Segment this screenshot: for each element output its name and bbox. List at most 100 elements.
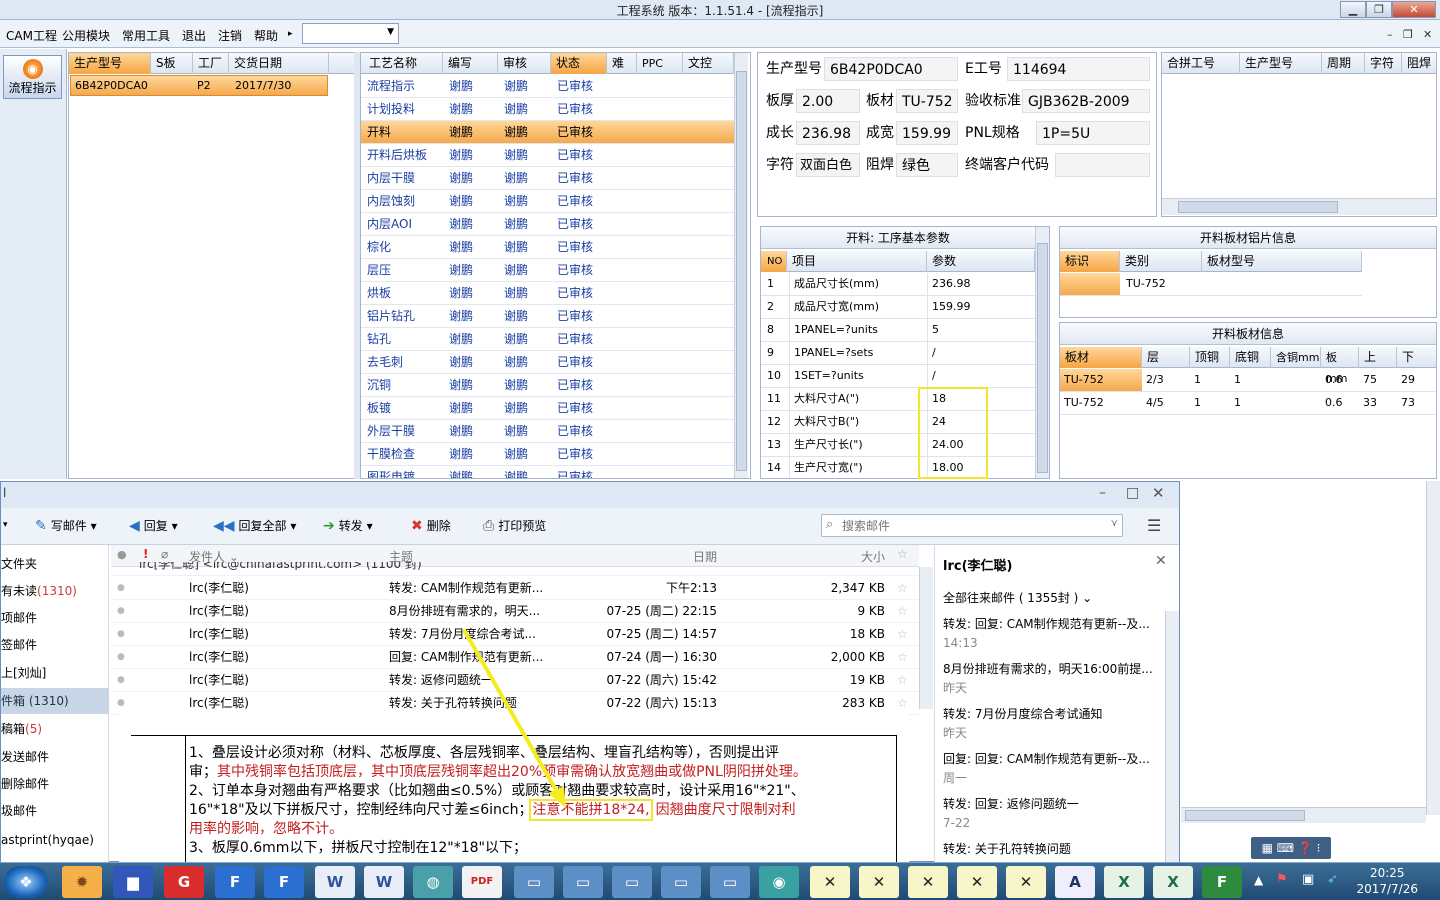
col-ppc[interactable]: PPC [637, 53, 683, 74]
scroll-thumb[interactable] [1178, 201, 1338, 213]
col-bottom[interactable]: 底铜 [1230, 347, 1271, 368]
menu-tools[interactable]: 常用工具 [122, 27, 170, 44]
tray-expand-icon[interactable]: ▲ [1254, 873, 1263, 887]
excel-x-icon[interactable]: ✕ [957, 866, 997, 898]
table-row[interactable]: ● lrc(李仁聪) 8月份排班有需求的，明天... 07-25 (周二) 22:15… [111, 600, 919, 623]
col-merge-no[interactable]: 合拼工号 [1162, 53, 1240, 74]
close-button[interactable]: ✕ [1392, 1, 1436, 18]
menu-public[interactable]: 公用模块 [62, 27, 110, 44]
search-box[interactable]: ⌕ ⋎ [821, 514, 1123, 537]
col-model[interactable]: 生产型号 [69, 53, 151, 74]
folder-item[interactable]: 文件夹 [1, 551, 109, 577]
col-item[interactable]: 项目 [787, 251, 927, 272]
print-preview-button[interactable]: ⎙ 打印预览 [483, 517, 546, 534]
col-alu-model[interactable]: 板材型号 [1202, 251, 1362, 272]
table-row[interactable]: 10 1SET=?units / [761, 365, 1035, 388]
clock[interactable]: 20:25 2017/7/26 [1356, 865, 1418, 897]
len-field[interactable]: 236.98 [796, 121, 860, 145]
reply-all-button[interactable]: ◀◀ 回复全部 ▾ [213, 517, 296, 534]
scroll-thumb[interactable] [1037, 243, 1048, 473]
star-icon[interactable]: ☆ [897, 623, 908, 646]
col-down[interactable]: 下 [1397, 347, 1436, 368]
scroll-thumb[interactable] [736, 71, 747, 471]
table-row[interactable]: 14 生产尺寸宽(") 18.00 [761, 457, 1035, 478]
col-top[interactable]: 顶铜 [1190, 347, 1230, 368]
menu-help[interactable]: 帮助 [254, 27, 278, 44]
excel-x-icon[interactable]: ✕ [859, 866, 899, 898]
col-cu[interactable]: 含铜mm [1271, 347, 1321, 368]
f-app-icon[interactable]: F [1202, 866, 1242, 898]
table-row[interactable]: 流程指示 谢鹏 谢鹏 已审核 [361, 75, 734, 98]
table-row[interactable]: 6B42P0DCA0 P2 2017/7/30 [70, 75, 328, 96]
contact-filter[interactable]: 全部往来邮件 ( 1355封 ) ⌄ [943, 589, 1092, 606]
excel-x-icon[interactable]: ✕ [1006, 866, 1046, 898]
contact-scrollbar[interactable] [1165, 611, 1179, 863]
flag-icon[interactable]: ➶ [1327, 872, 1338, 887]
col-merge-cycle[interactable]: 周期 [1322, 53, 1365, 74]
globe-icon[interactable]: ◍ [413, 866, 453, 898]
boards-hscrollbar[interactable] [1181, 807, 1426, 823]
table-row[interactable]: ● lrc(李仁聪) 回复: CAM制作规范有更新... 07-24 (周一) 16:… [111, 646, 919, 669]
app-icon-4[interactable]: F [215, 866, 255, 898]
e-field[interactable]: 114694 [1007, 57, 1150, 81]
excel-icon[interactable]: X [1153, 866, 1193, 898]
pdf-icon[interactable]: PDF [462, 866, 502, 898]
table-row[interactable]: 钻孔 谢鹏 谢鹏 已审核 [361, 328, 734, 351]
reply-button[interactable]: ◀ 回复 ▾ [129, 517, 178, 534]
char-field[interactable]: 双面白色 [796, 153, 860, 177]
col-up[interactable]: 上 [1359, 347, 1397, 368]
eye-icon[interactable]: ◉ [759, 866, 799, 898]
excel-icon[interactable]: X [1104, 866, 1144, 898]
app-icon-1[interactable]: ✹ [62, 866, 102, 898]
mask-field[interactable]: 绿色 [896, 153, 958, 177]
table-row[interactable]: 去毛刺 谢鹏 谢鹏 已审核 [361, 351, 734, 374]
table-row[interactable]: TU-752 4/5 1 1 0.6 33 73 [1060, 392, 1436, 415]
process-scrollbar[interactable] [734, 53, 748, 478]
menu-icon[interactable]: ☰ [1147, 516, 1161, 535]
mdi-restore-button[interactable]: ❐ [1403, 28, 1413, 41]
col-writer[interactable]: 编写 [443, 53, 498, 74]
contact-mail-item[interactable]: 回复: 回复: CAM制作规范有更新--及... 周一 [943, 750, 1163, 788]
folder-item[interactable]: astprint(hyqae) [1, 827, 109, 853]
window-icon[interactable]: ▭ [514, 866, 554, 898]
col-merge-mask[interactable]: 阻焊 [1402, 53, 1436, 74]
language-bar[interactable]: ▦ ⌨ ❓ ⁝ [1251, 837, 1331, 859]
folder-item[interactable]: 件箱 (1310) [1, 688, 109, 714]
folder-item[interactable]: 上[刘灿] [1, 660, 109, 686]
excel-x-icon[interactable]: ✕ [810, 866, 850, 898]
col-difficulty[interactable]: 难 [607, 53, 637, 74]
app-icon-2[interactable]: ▆ [113, 866, 153, 898]
merge-hscrollbar[interactable] [1162, 198, 1436, 215]
compose-button[interactable]: ✎ 写邮件 ▾ [35, 517, 97, 534]
client-field[interactable] [1055, 153, 1150, 177]
star-icon[interactable]: ☆ [897, 600, 908, 623]
col-mark[interactable]: 标识 [1060, 251, 1120, 272]
message-scrollbar[interactable] [919, 567, 933, 709]
contact-mail-item[interactable]: 转发: 关于孔符转换问题 [943, 840, 1163, 859]
model-field[interactable]: 6B42P0DCA0 [824, 57, 958, 81]
table-row[interactable]: 8 1PANEL=?units 5 [761, 319, 1035, 342]
table-row[interactable]: 外层干膜 谢鹏 谢鹏 已审核 [361, 420, 734, 443]
search-input[interactable] [842, 516, 1092, 535]
menu-exit[interactable]: 退出 [182, 27, 206, 44]
contact-mail-item[interactable]: 转发: 7月份月度综合考试通知 昨天 [943, 705, 1163, 743]
contact-mail-item[interactable]: 8月份排班有需求的，明天16:00前提... 昨天 [943, 660, 1163, 698]
word-icon[interactable]: W [315, 866, 355, 898]
col-doc-control[interactable]: 文控 [683, 53, 734, 74]
folder-item[interactable]: 项邮件 [1, 605, 109, 631]
excel-x-icon[interactable]: ✕ [908, 866, 948, 898]
col-factory[interactable]: 工厂 [193, 53, 229, 74]
window-icon[interactable]: ▭ [612, 866, 652, 898]
forward-button[interactable]: ➔ 转发 ▾ [323, 517, 373, 534]
wid-field[interactable]: 159.99 [896, 121, 958, 145]
display-icon[interactable]: ▣ [1302, 872, 1314, 887]
col-value[interactable]: 参数 [927, 251, 1035, 272]
table-row[interactable]: 烘板 谢鹏 谢鹏 已审核 [361, 282, 734, 305]
star-icon[interactable]: ☆ [897, 669, 908, 692]
maximize-button[interactable]: ❐ [1366, 1, 1392, 18]
standard-field[interactable]: GJB362B-2009 [1022, 89, 1150, 113]
mail-minimize-button[interactable]: – [1099, 485, 1106, 501]
network-icon[interactable]: ⚑ [1276, 872, 1288, 887]
col-merge-model[interactable]: 生产型号 [1240, 53, 1322, 74]
table-row[interactable]: TU-752 [1060, 273, 1362, 296]
